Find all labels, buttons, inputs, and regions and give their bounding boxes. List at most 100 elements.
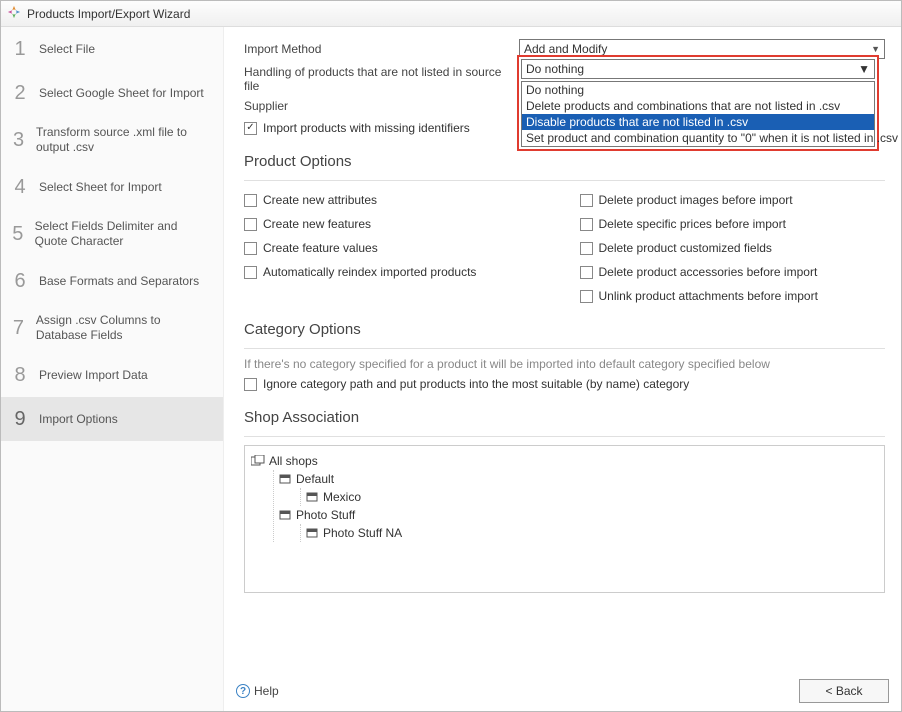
handling-options-list: Do nothing Delete products and combinati… [521, 81, 875, 147]
sidebar: 1 Select File 2Select Google Sheet for Im… [1, 27, 224, 711]
step-number: 3 [11, 129, 26, 152]
tree-leaf[interactable]: Mexico [305, 488, 878, 506]
ignore-category-checkbox[interactable] [244, 378, 257, 391]
step-number: 5 [11, 223, 25, 246]
window-title: Products Import/Export Wizard [27, 7, 190, 21]
checkbox[interactable] [244, 242, 257, 255]
step-label: Import Options [39, 412, 118, 427]
option-label: Automatically reindex imported products [263, 265, 476, 279]
product-options-left: Create new attributes Create new feature… [244, 189, 550, 303]
shops-icon [251, 455, 265, 467]
step-label: Select Sheet for Import [39, 180, 162, 195]
footer: ? Help < Back [224, 671, 901, 711]
option-label: Delete product images before import [599, 193, 793, 207]
step-label: Transform source .xml file to output .cs… [36, 125, 213, 155]
step-number: 9 [11, 408, 29, 431]
ignore-category-label: Ignore category path and put products in… [263, 377, 689, 391]
checkbox[interactable] [244, 218, 257, 231]
chevron-down-icon: ▼ [858, 62, 870, 76]
titlebar: Products Import/Export Wizard [1, 1, 901, 27]
checkbox[interactable] [580, 266, 593, 279]
option-label: Delete product customized fields [599, 241, 772, 255]
shop-icon [305, 491, 319, 503]
checkbox[interactable] [244, 194, 257, 207]
import-missing-label: Import products with missing identifiers [263, 121, 470, 135]
sidebar-step-6[interactable]: 6 Base Formats and Separators [1, 259, 223, 303]
sidebar-step-9[interactable]: 9 Import Options [1, 397, 223, 441]
handling-option[interactable]: Delete products and combinations that ar… [522, 98, 874, 114]
checkbox[interactable] [580, 290, 593, 303]
divider [244, 348, 885, 349]
sidebar-step-7[interactable]: 7 Assign .csv Columns to Database Fields [1, 303, 223, 353]
help-icon: ? [236, 684, 250, 698]
step-label: Assign .csv Columns to Database Fields [36, 313, 213, 343]
supplier-label: Supplier [244, 99, 519, 113]
sidebar-step-5[interactable]: 5 Select Fields Delimiter and Quote Chara… [1, 209, 223, 259]
handling-option[interactable]: Disable products that are not listed in … [522, 114, 874, 130]
option-label: Create new attributes [263, 193, 377, 207]
handling-option[interactable]: Set product and combination quantity to … [522, 130, 874, 146]
body: 1 Select File 2Select Google Sheet for Im… [1, 27, 901, 711]
checkbox[interactable] [580, 194, 593, 207]
shop-icon [278, 473, 292, 485]
divider [244, 180, 885, 181]
tree-node[interactable]: Photo Stuff [278, 506, 878, 524]
step-label: Select Google Sheet for Import [39, 86, 204, 101]
help-link[interactable]: ? Help [236, 684, 279, 698]
import-missing-checkbox[interactable] [244, 122, 257, 135]
sidebar-step-2[interactable]: 2Select Google Sheet for Import [1, 71, 223, 115]
step-number: 8 [11, 364, 29, 387]
import-method-label: Import Method [244, 42, 519, 56]
option-label: Create feature values [263, 241, 378, 255]
handling-select[interactable]: Do nothing ▼ [521, 59, 875, 79]
product-options-right: Delete product images before import Dele… [580, 189, 886, 303]
checkbox[interactable] [580, 242, 593, 255]
checkbox[interactable] [580, 218, 593, 231]
handling-dropdown: Do nothing ▼ Do nothing Delete products … [517, 55, 879, 151]
tree-label: All shops [269, 454, 318, 468]
option-label: Delete product accessories before import [599, 265, 818, 279]
app-icon [7, 5, 21, 22]
step-number: 6 [11, 270, 29, 293]
shop-association-heading: Shop Association [244, 409, 885, 426]
shop-tree[interactable]: All shops Default Mexico [244, 445, 885, 593]
sidebar-step-8[interactable]: 8 Preview Import Data [1, 353, 223, 397]
option-label: Create new features [263, 217, 371, 231]
checkbox[interactable] [244, 266, 257, 279]
tree-label: Photo Stuff NA [323, 526, 402, 540]
back-button[interactable]: < Back [799, 679, 889, 703]
handling-current-value: Do nothing [526, 62, 584, 76]
option-label: Delete specific prices before import [599, 217, 786, 231]
category-options-heading: Category Options [244, 321, 885, 338]
option-label: Unlink product attachments before import [599, 289, 818, 303]
step-label: Select Fields Delimiter and Quote Charac… [35, 219, 213, 249]
step-label: Base Formats and Separators [39, 274, 199, 289]
ignore-category-row: Ignore category path and put products in… [244, 377, 885, 391]
sidebar-step-1[interactable]: 1 Select File [1, 27, 223, 71]
shop-icon [305, 527, 319, 539]
tree-label: Mexico [323, 490, 361, 504]
category-note: If there's no category specified for a p… [244, 357, 885, 371]
step-number: 4 [11, 176, 29, 199]
step-label: Select File [39, 42, 95, 57]
handling-option[interactable]: Do nothing [522, 82, 874, 98]
import-method-value: Add and Modify [524, 42, 607, 56]
step-label: Preview Import Data [39, 368, 148, 383]
step-number: 1 [11, 38, 29, 61]
divider [244, 436, 885, 437]
help-label: Help [254, 684, 279, 698]
handling-label: Handling of products that are not listed… [244, 65, 519, 93]
product-options-heading: Product Options [244, 153, 885, 170]
tree-node[interactable]: Default [278, 470, 878, 488]
step-number: 7 [11, 317, 26, 340]
chevron-down-icon: ▼ [871, 44, 880, 54]
shop-icon [278, 509, 292, 521]
sidebar-step-4[interactable]: 4 Select Sheet for Import [1, 165, 223, 209]
tree-label: Photo Stuff [296, 508, 355, 522]
tree-leaf[interactable]: Photo Stuff NA [305, 524, 878, 542]
tree-label: Default [296, 472, 334, 486]
sidebar-step-3[interactable]: 3 Transform source .xml file to output .c… [1, 115, 223, 165]
product-options-grid: Create new attributes Create new feature… [244, 189, 885, 303]
tree-root[interactable]: All shops [251, 452, 878, 470]
wizard-window: Products Import/Export Wizard 1 Select Fi… [0, 0, 902, 712]
